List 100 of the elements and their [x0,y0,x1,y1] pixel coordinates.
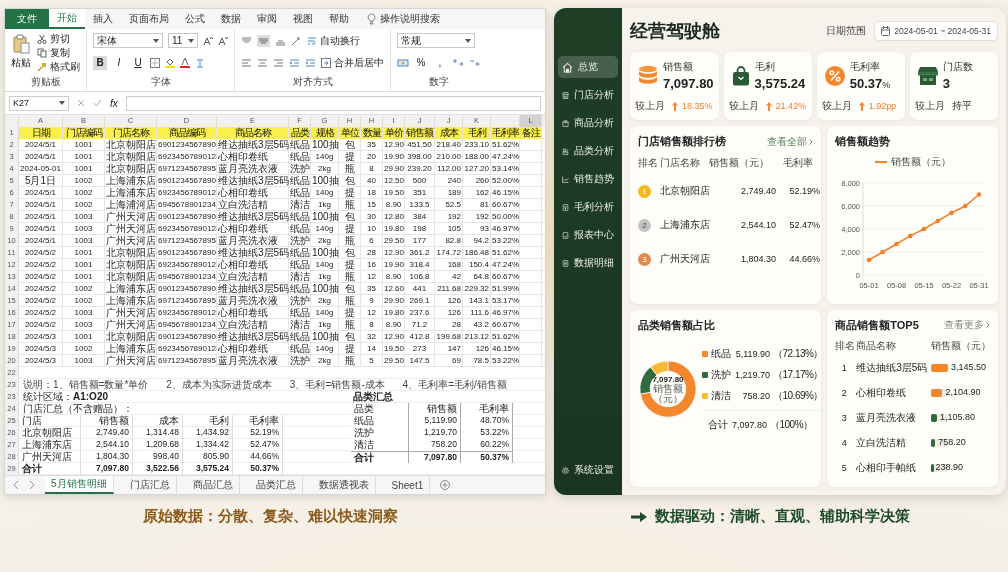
table-cell: 6971234567895 [157,295,217,307]
table-cell: 立白洗洁精 [217,319,289,331]
ribbon-tab[interactable]: 公式 [177,9,213,29]
ribbon-tab[interactable]: 插入 [85,9,121,29]
align-right-icon[interactable] [273,57,284,68]
phonetic-icon[interactable] [195,57,205,68]
sheet-tab[interactable]: 数据透视表 [312,476,376,494]
comma-button[interactable]: , [433,55,447,70]
ribbon-tab[interactable]: 数据 [213,9,249,29]
sheet-tab[interactable]: 5月销售明细 [45,476,114,494]
table-cell: 瓶 [339,163,361,175]
increase-indent-icon[interactable] [305,57,316,68]
nav-item[interactable]: 销售趋势 [558,168,618,190]
align-middle-icon[interactable] [257,34,270,47]
view-all-link[interactable]: 查看全部 [767,134,814,149]
nav-item[interactable]: 总览 [558,56,618,78]
table-cell: 51.62% [491,331,520,343]
orientation-icon[interactable] [291,35,302,46]
table-cell: 广州天河店 [105,355,157,367]
card-title: 门店销售额排行榜 [638,134,726,149]
currency-icon[interactable] [397,57,409,68]
table-cell: 1kg [311,199,339,211]
table-cell: 8 [361,163,383,175]
table-cell: 1,219.70 [409,427,461,439]
ribbon-tab[interactable]: 页面布局 [121,9,177,29]
ribbon-tab[interactable]: 审阅 [249,9,285,29]
bold-button[interactable]: B [93,55,107,70]
view-more-link[interactable]: 查看更多 [944,318,990,332]
category-name: 洗护 [711,367,731,382]
percent-button[interactable]: % [414,55,428,70]
file-tab[interactable]: 文件 [5,9,49,29]
underline-button[interactable]: U [131,55,145,70]
table-cell: 46.97% [491,223,520,235]
table-cell: 6945678901234 [157,271,217,283]
font-color-icon[interactable] [180,57,190,68]
search-hint[interactable]: 操作说明搜索 [380,12,440,26]
card-title: 商品销售额TOP5 [835,317,919,333]
table-cell: 维达抽纸3层5码 [217,283,289,295]
sheet-tab[interactable]: 品类汇总 [249,476,303,494]
table-cell: 46.15% [491,187,520,199]
decrease-decimal-icon[interactable] [469,57,481,68]
table-cell: 6945678901234 [157,319,217,331]
table-cell: 19.50 [383,187,405,199]
settings-item[interactable]: 系统设置 [558,459,618,481]
table-cell: 心相印卷纸 [217,223,289,235]
format-painter-button[interactable]: 格式刷 [37,60,80,73]
align-left-icon[interactable] [241,57,252,68]
nav-item[interactable]: 商品分析 [558,112,618,134]
nav-item[interactable]: 毛利分析 [558,196,618,218]
check-icon[interactable] [93,99,102,107]
sheet-tab[interactable]: Sheet1 [385,476,431,494]
table-cell: 瓶 [339,295,361,307]
insert-function-button[interactable]: fx [110,97,118,109]
nav-item[interactable]: 数据明细 [558,252,618,274]
nav-item[interactable]: 门店分析 [558,84,618,106]
sheet-tab[interactable]: 商品汇总 [186,476,240,494]
cut-button[interactable]: 剪切 [37,32,80,45]
table-cell: 提 [339,151,361,163]
name-box[interactable]: K27 [9,95,69,111]
merge-center-button[interactable]: 合并后居中 [321,56,384,69]
font-size-dropdown[interactable]: 11 [168,33,198,48]
table-cell: 1001 [63,151,105,163]
increase-font-icon[interactable] [203,35,213,46]
italic-button[interactable]: I [112,55,126,70]
font-dropdown[interactable]: 宋体 [93,33,163,48]
column-heading: 数量 [361,127,383,139]
table-cell: 229.32 [463,283,491,295]
wrap-text-button[interactable]: 自动换行 [307,34,360,47]
list-icon [562,257,569,269]
ribbon-tab[interactable]: 帮助 [321,9,357,29]
nav-item[interactable]: 报表中心 [558,224,618,246]
rank-number: 3 [840,413,848,423]
copy-button[interactable]: 复制 [37,46,80,59]
table-cell: 133.5 [405,199,435,211]
nav-item[interactable]: 品类分析 [558,140,618,162]
table-cell: 广州天河店 [105,307,157,319]
number-format-dropdown[interactable]: 常规 [397,33,475,48]
chevron-left-icon[interactable] [13,481,19,489]
add-icon[interactable] [440,480,451,490]
chevron-right-icon[interactable] [29,481,35,489]
align-center-icon[interactable] [257,57,268,68]
table-cell: 6923456789012 [157,259,217,271]
cancel-icon[interactable] [77,99,85,107]
table-cell: 29.90 [383,295,405,307]
paste-button[interactable]: 粘贴 [11,32,31,70]
sheet-tab[interactable]: 门店汇总 [123,476,177,494]
table-cell: 2024/5/1 [19,187,63,199]
group-label: 对齐方式 [291,75,334,89]
fill-color-icon[interactable] [165,57,175,68]
align-top-icon[interactable] [241,35,252,46]
increase-decimal-icon[interactable] [452,57,464,68]
decrease-indent-icon[interactable] [289,57,300,68]
decrease-font-icon[interactable] [218,35,228,46]
ribbon-tab[interactable]: 视图 [285,9,321,29]
borders-icon[interactable] [150,57,160,68]
date-range-label: 日期范围 [826,24,867,38]
ribbon-tab[interactable]: 开始 [49,9,85,29]
formula-input[interactable] [125,95,541,111]
table-cell: 提 [339,187,361,199]
date-range-field[interactable]: 2024-05-01 ~ 2024-05-31 [874,21,998,41]
